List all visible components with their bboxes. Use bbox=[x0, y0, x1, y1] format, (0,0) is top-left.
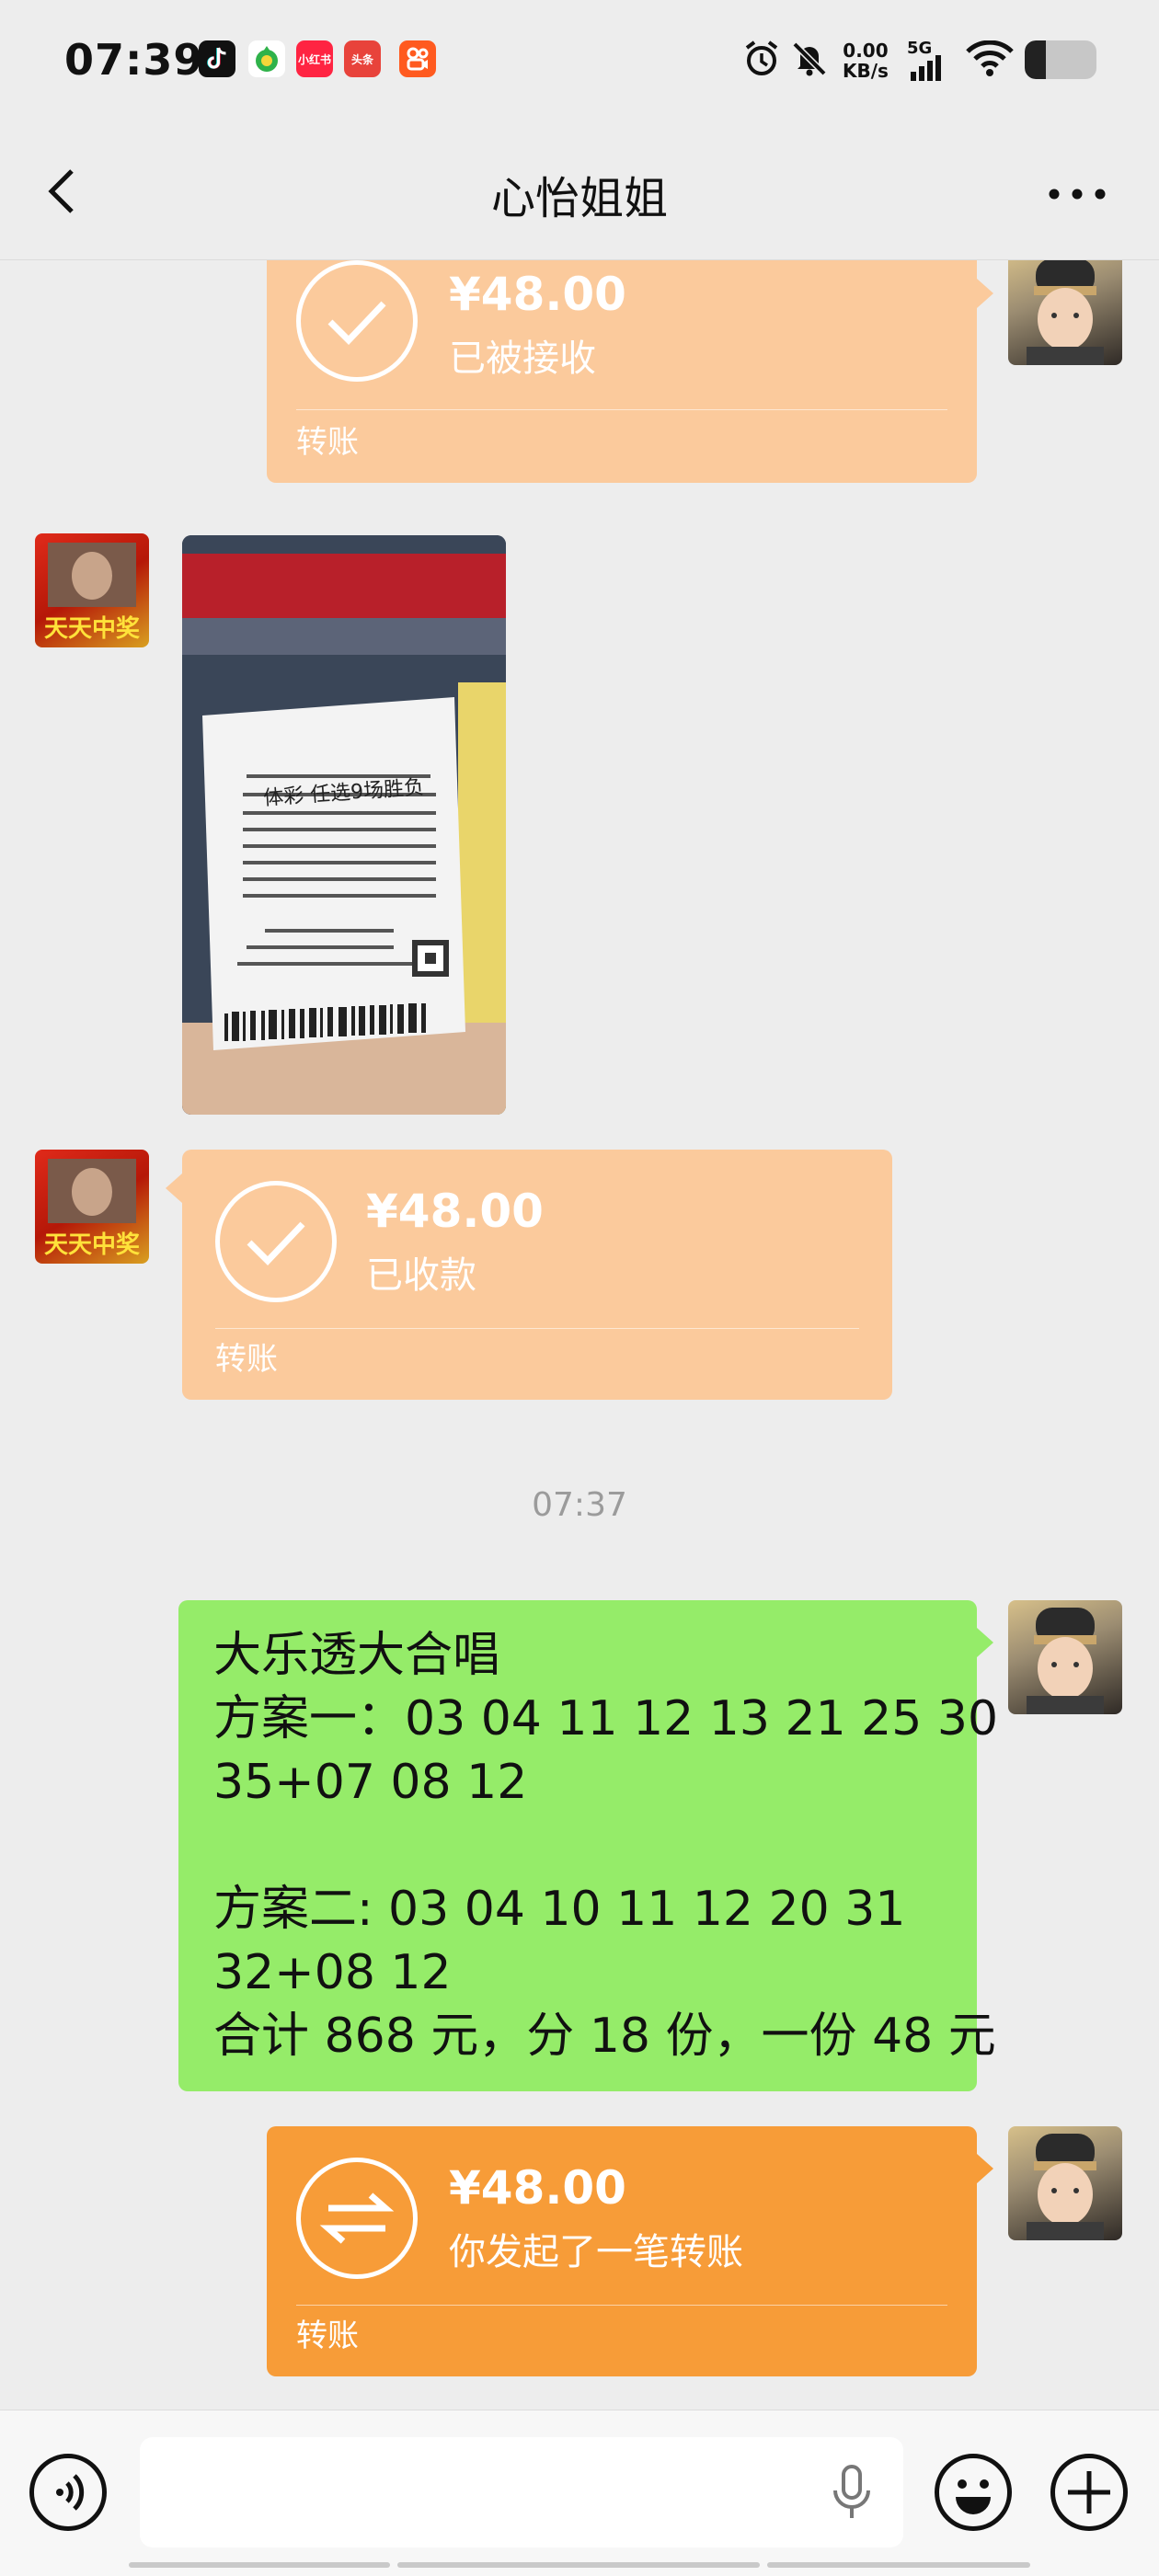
message-line: 35+07 08 12 bbox=[213, 1755, 528, 1810]
message-timestamp: 07:37 bbox=[532, 1486, 627, 1524]
signal-icon bbox=[911, 55, 944, 85]
message-transfer-received: ¥48.00 已被接收 转账 bbox=[0, 260, 1159, 501]
transfer-card[interactable]: ¥48.00 已被接收 转账 bbox=[267, 260, 977, 483]
check-icon bbox=[296, 260, 418, 382]
alarm-icon bbox=[741, 39, 782, 83]
avatar-caption: 天天中奖 bbox=[43, 1231, 140, 1259]
message-line bbox=[213, 1815, 942, 1878]
emoji-icon bbox=[956, 2479, 991, 2514]
bubble-tail bbox=[166, 1174, 182, 1203]
bubble-tail bbox=[977, 279, 993, 308]
transfer-card[interactable]: ¥48.00 你发起了一笔转账 转账 bbox=[267, 2126, 977, 2376]
voice-button[interactable] bbox=[29, 2454, 107, 2531]
contact-avatar[interactable]: 天天中奖 bbox=[35, 533, 149, 647]
network-speed-unit: KB/s bbox=[843, 60, 889, 82]
transfer-status: 已收款 bbox=[366, 1254, 476, 1297]
battery-icon bbox=[1025, 40, 1096, 79]
toutiao-icon: 头条 bbox=[344, 40, 381, 77]
transfer-label: 转账 bbox=[215, 1341, 278, 1378]
transfer-amount: ¥48.00 bbox=[366, 1185, 544, 1238]
transfer-amount: ¥48.00 bbox=[449, 268, 626, 321]
message-line: 大乐透大合唱 bbox=[213, 1628, 501, 1683]
microphone-icon bbox=[833, 2465, 870, 2518]
message-line: 32+08 12 bbox=[213, 1945, 452, 2000]
transfer-card[interactable]: ¥48.00 已收款 转账 bbox=[182, 1150, 892, 1400]
my-avatar[interactable] bbox=[1008, 260, 1122, 365]
lottery-app-icon bbox=[248, 40, 285, 77]
lottery-ticket-photo[interactable]: 体彩 任选9场胜负 bbox=[182, 535, 506, 1115]
status-time: 07:39 bbox=[64, 35, 204, 85]
network-speed: 0.00 KB/s bbox=[843, 40, 889, 81]
bubble-tail bbox=[977, 2154, 993, 2183]
transfer-status: 你发起了一笔转账 bbox=[449, 2231, 743, 2273]
wifi-icon bbox=[966, 40, 1014, 81]
card-divider bbox=[215, 1328, 859, 1329]
card-divider bbox=[296, 409, 947, 410]
network-speed-value: 0.00 bbox=[843, 40, 889, 62]
check-icon bbox=[215, 1181, 337, 1302]
more-button[interactable] bbox=[1045, 180, 1109, 208]
contact-avatar[interactable]: 天天中奖 bbox=[35, 1150, 149, 1264]
text-message-bubble[interactable]: 大乐透大合唱 方案一：03 04 11 12 13 21 25 30 35+07… bbox=[178, 1600, 999, 2091]
transfer-label: 转账 bbox=[296, 424, 359, 461]
bubble-tail bbox=[977, 1628, 993, 1657]
transfer-label: 转账 bbox=[296, 2318, 359, 2354]
my-avatar[interactable] bbox=[1008, 2126, 1122, 2240]
chat-title: 心怡姐姐 bbox=[490, 173, 668, 224]
transfer-status: 已被接收 bbox=[449, 338, 596, 380]
avatar-caption: 天天中奖 bbox=[43, 615, 140, 643]
gesture-bar bbox=[397, 2562, 760, 2568]
battery-level bbox=[1025, 40, 1047, 79]
message-line: 方案一：03 04 11 12 13 21 25 30 bbox=[213, 1691, 999, 1746]
gesture-bar bbox=[129, 2562, 390, 2568]
add-icon bbox=[1068, 2471, 1110, 2513]
add-button[interactable] bbox=[1050, 2454, 1128, 2531]
more-icon bbox=[1049, 189, 1106, 200]
tiktok-icon bbox=[199, 40, 235, 77]
transfer-amount: ¥48.00 bbox=[449, 2161, 626, 2215]
xiaohongshu-icon: 小红书 bbox=[296, 40, 333, 77]
mute-notifications-icon bbox=[789, 39, 830, 83]
card-divider bbox=[296, 2305, 947, 2306]
emoji-button[interactable] bbox=[935, 2454, 1012, 2531]
message-line: 合计 868 元，分 18 份，一份 48 元 bbox=[213, 2009, 996, 2064]
exchange-icon bbox=[296, 2158, 418, 2279]
voice-icon bbox=[56, 2474, 85, 2511]
message-input[interactable] bbox=[140, 2437, 903, 2547]
kuaishou-icon bbox=[399, 40, 436, 77]
message-line: 方案二: 03 04 10 11 12 20 31 bbox=[213, 1882, 906, 1937]
microphone-button[interactable] bbox=[826, 2463, 878, 2522]
my-avatar[interactable] bbox=[1008, 1600, 1122, 1714]
gesture-bar bbox=[767, 2562, 1030, 2568]
